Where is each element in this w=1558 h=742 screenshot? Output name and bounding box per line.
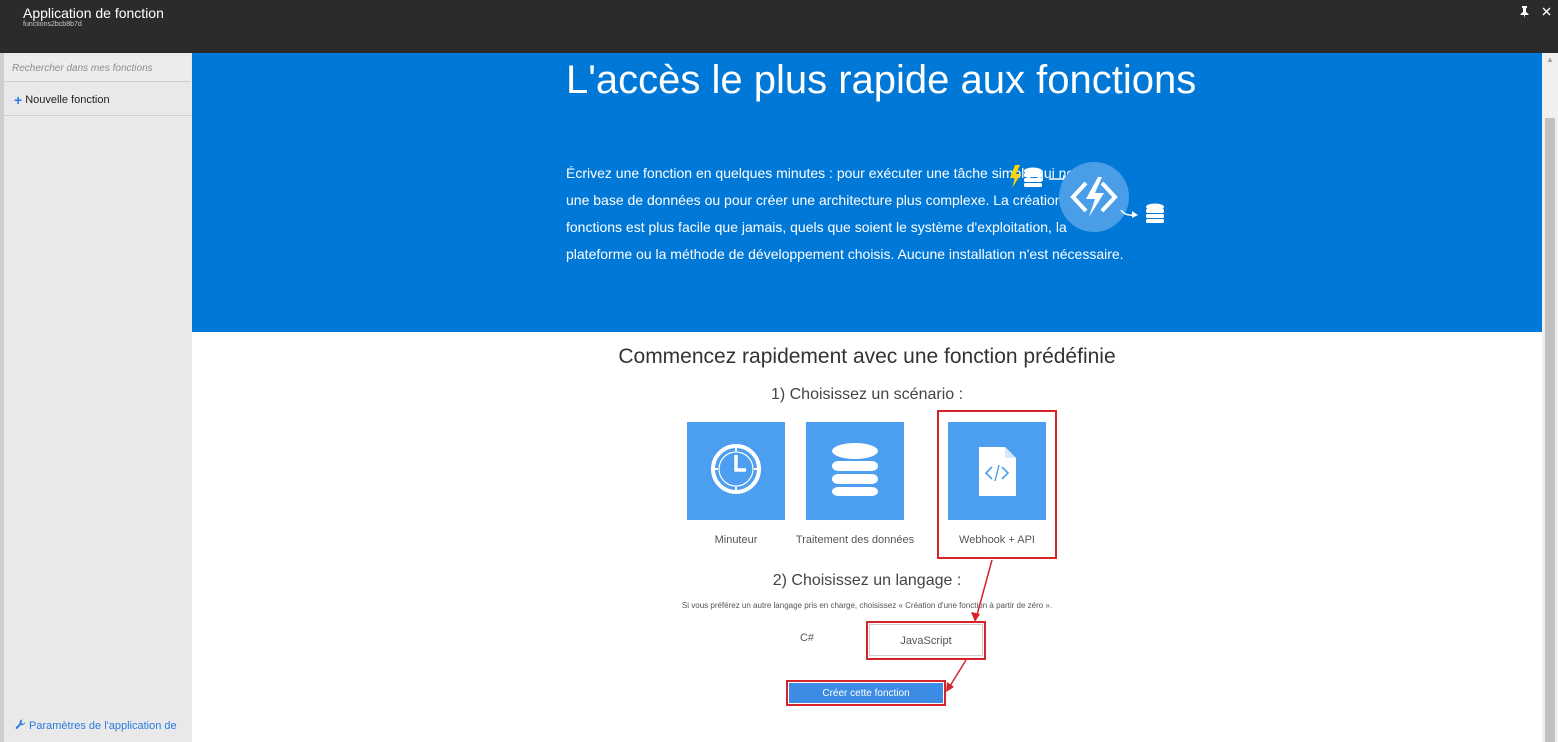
hero-title: L'accès le plus rapide aux fonctions [566, 58, 1197, 102]
scroll-up-arrow-icon[interactable]: ▲ [1542, 55, 1558, 67]
lightning-icon [1010, 165, 1021, 188]
annotation-arrow-icon [971, 559, 993, 622]
database-icon [832, 443, 878, 496]
clock-icon [711, 444, 761, 494]
sidebar [0, 53, 192, 742]
pin-icon[interactable] [1519, 6, 1530, 21]
app-settings-link[interactable]: Paramètres de l'application de [15, 719, 177, 733]
scrollbar-thumb[interactable] [1545, 118, 1555, 742]
plus-icon: + [14, 92, 23, 108]
azure-functions-icon [1059, 162, 1129, 232]
search-input[interactable] [4, 56, 190, 82]
scenario-tile-data-processing[interactable] [806, 422, 904, 520]
wrench-icon [15, 719, 26, 733]
new-function-button[interactable]: + Nouvelle fonction [4, 85, 192, 116]
language-selection-highlight [866, 621, 986, 660]
create-button-highlight [786, 680, 946, 706]
sidebar-edge [0, 53, 4, 742]
step2-label: 2) Choisissez un langage : [772, 572, 962, 589]
scenario-selection-highlight [937, 410, 1057, 559]
app-settings-label: Paramètres de l'application de [29, 720, 177, 732]
database-icon [1146, 203, 1164, 223]
language-option-csharp[interactable]: C# [790, 632, 824, 644]
app-title: Application de fonction [23, 5, 164, 21]
functions-flow-illustration [1010, 162, 1164, 232]
step1-label: 1) Choisissez un scénario : [770, 386, 964, 403]
step2-hint: Si vous préférez un autre langage pris e… [681, 601, 1053, 610]
scenario-label-data-processing: Traitement des données [795, 534, 915, 546]
app-subtitle: functions2bcb8b7d [23, 21, 82, 28]
close-icon[interactable] [1542, 4, 1551, 19]
annotation-arrow-icon [946, 659, 967, 692]
scenario-tile-timer[interactable] [687, 422, 785, 520]
database-icon [1024, 167, 1042, 187]
quickstart-title: Commencez rapidement avec une fonction p… [618, 345, 1116, 368]
new-function-label: Nouvelle fonction [25, 94, 110, 106]
app-header [0, 0, 1558, 53]
